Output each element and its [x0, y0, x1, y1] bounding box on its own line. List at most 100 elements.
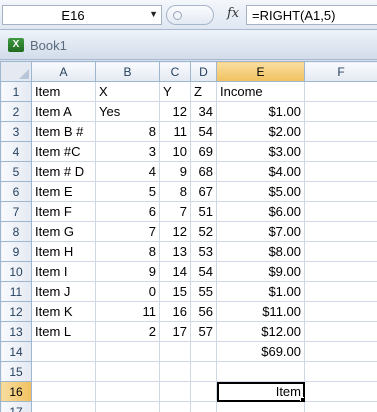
cell-b10[interactable]: 9 [95, 261, 160, 282]
cell-c16[interactable] [159, 381, 191, 402]
cell-f4[interactable] [304, 141, 377, 162]
cell-b12[interactable]: 11 [95, 301, 160, 322]
cell-e8[interactable]: $7.00 [216, 221, 305, 242]
cell-d15[interactable] [190, 361, 217, 382]
row-header-5[interactable]: 5 [0, 161, 32, 182]
cell-a2[interactable]: Item A [31, 101, 96, 122]
cell-b1[interactable]: X [95, 81, 160, 102]
cell-c10[interactable]: 14 [159, 261, 191, 282]
column-header-d[interactable]: D [190, 61, 217, 82]
cell-e13[interactable]: $12.00 [216, 321, 305, 342]
cell-a17[interactable] [31, 401, 96, 412]
row-header-9[interactable]: 9 [0, 241, 32, 262]
row-header-10[interactable]: 10 [0, 261, 32, 282]
cell-f12[interactable] [304, 301, 377, 322]
cell-e15[interactable] [216, 361, 305, 382]
cell-e11[interactable]: $1.00 [216, 281, 305, 302]
cell-a8[interactable]: Item G [31, 221, 96, 242]
cell-b17[interactable] [95, 401, 160, 412]
cell-b5[interactable]: 4 [95, 161, 160, 182]
cell-f3[interactable] [304, 121, 377, 142]
name-box[interactable]: E16 ▼ [2, 5, 162, 25]
cell-d12[interactable]: 56 [190, 301, 217, 322]
cell-d7[interactable]: 51 [190, 201, 217, 222]
row-header-7[interactable]: 7 [0, 201, 32, 222]
formula-bar-resize-handle[interactable] [166, 5, 214, 25]
cell-c1[interactable]: Y [159, 81, 191, 102]
cell-e3[interactable]: $2.00 [216, 121, 305, 142]
cell-c3[interactable]: 11 [159, 121, 191, 142]
cell-f2[interactable] [304, 101, 377, 122]
cell-b16[interactable] [95, 381, 160, 402]
cell-d5[interactable]: 68 [190, 161, 217, 182]
cell-d1[interactable]: Z [190, 81, 217, 102]
row-header-13[interactable]: 13 [0, 321, 32, 342]
cell-d10[interactable]: 54 [190, 261, 217, 282]
cell-e12[interactable]: $11.00 [216, 301, 305, 322]
cell-a14[interactable] [31, 341, 96, 362]
select-all-button[interactable] [0, 61, 32, 82]
cell-f13[interactable] [304, 321, 377, 342]
cell-c9[interactable]: 13 [159, 241, 191, 262]
cell-b7[interactable]: 6 [95, 201, 160, 222]
column-header-f[interactable]: F [304, 61, 377, 82]
cell-e1[interactable]: Income [216, 81, 305, 102]
cell-f11[interactable] [304, 281, 377, 302]
cell-a9[interactable]: Item H [31, 241, 96, 262]
cell-b9[interactable]: 8 [95, 241, 160, 262]
cell-a13[interactable]: Item L [31, 321, 96, 342]
cell-d13[interactable]: 57 [190, 321, 217, 342]
fill-handle[interactable] [300, 397, 304, 401]
cell-e14[interactable]: $69.00 [216, 341, 305, 362]
row-header-8[interactable]: 8 [0, 221, 32, 242]
cell-f17[interactable] [304, 401, 377, 412]
cell-d2[interactable]: 34 [190, 101, 217, 122]
cell-f1[interactable] [304, 81, 377, 102]
cell-d8[interactable]: 52 [190, 221, 217, 242]
cell-e7[interactable]: $6.00 [216, 201, 305, 222]
cell-a5[interactable]: Item # D [31, 161, 96, 182]
cell-c11[interactable]: 15 [159, 281, 191, 302]
cell-d17[interactable] [190, 401, 217, 412]
row-header-16[interactable]: 16 [0, 381, 32, 402]
cell-f15[interactable] [304, 361, 377, 382]
cell-e4[interactable]: $3.00 [216, 141, 305, 162]
row-header-1[interactable]: 1 [0, 81, 32, 102]
column-header-a[interactable]: A [31, 61, 96, 82]
cell-a12[interactable]: Item K [31, 301, 96, 322]
cell-b3[interactable]: 8 [95, 121, 160, 142]
row-header-4[interactable]: 4 [0, 141, 32, 162]
cell-c2[interactable]: 12 [159, 101, 191, 122]
row-header-3[interactable]: 3 [0, 121, 32, 142]
cell-c14[interactable] [159, 341, 191, 362]
cell-d6[interactable]: 67 [190, 181, 217, 202]
row-header-14[interactable]: 14 [0, 341, 32, 362]
cell-d16[interactable] [190, 381, 217, 402]
row-header-6[interactable]: 6 [0, 181, 32, 202]
cell-c7[interactable]: 7 [159, 201, 191, 222]
cell-c5[interactable]: 9 [159, 161, 191, 182]
row-header-15[interactable]: 15 [0, 361, 32, 382]
cell-c4[interactable]: 10 [159, 141, 191, 162]
cell-a15[interactable] [31, 361, 96, 382]
cell-d3[interactable]: 54 [190, 121, 217, 142]
cell-b11[interactable]: 0 [95, 281, 160, 302]
column-header-c[interactable]: C [159, 61, 191, 82]
active-cell-e16[interactable]: Item [216, 381, 305, 402]
cell-d4[interactable]: 69 [190, 141, 217, 162]
row-header-11[interactable]: 11 [0, 281, 32, 302]
column-header-b[interactable]: B [95, 61, 160, 82]
cell-d14[interactable] [190, 341, 217, 362]
cell-f14[interactable] [304, 341, 377, 362]
cell-f6[interactable] [304, 181, 377, 202]
column-header-e[interactable]: E [216, 61, 305, 82]
cell-e5[interactable]: $4.00 [216, 161, 305, 182]
row-header-2[interactable]: 2 [0, 101, 32, 122]
cell-b4[interactable]: 3 [95, 141, 160, 162]
cell-b15[interactable] [95, 361, 160, 382]
cell-b8[interactable]: 7 [95, 221, 160, 242]
chevron-down-icon[interactable]: ▼ [149, 9, 158, 19]
row-header-17[interactable]: 17 [0, 401, 32, 412]
cell-f7[interactable] [304, 201, 377, 222]
cell-b6[interactable]: 5 [95, 181, 160, 202]
